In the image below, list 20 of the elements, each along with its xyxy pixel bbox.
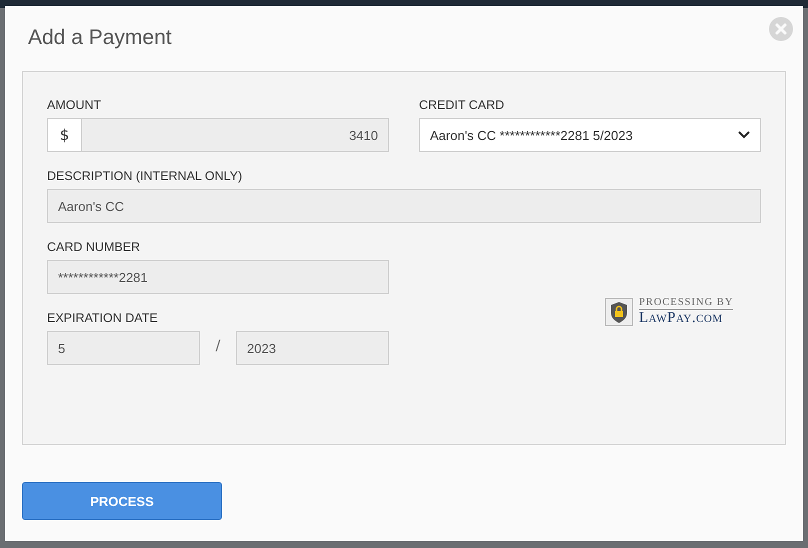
process-button[interactable]: PROCESS [22, 482, 222, 520]
amount-field[interactable]: 3410 [81, 118, 389, 152]
field-label: EXPIRATION DATE [47, 311, 159, 325]
field-label: AMOUNT [47, 98, 102, 112]
chevron-down-icon [738, 131, 750, 139]
card-number-field[interactable]: ************2281 [47, 260, 389, 294]
field-label: CREDIT CARD [419, 98, 506, 112]
month-field[interactable]: 5 [47, 331, 200, 365]
close-icon[interactable] [769, 17, 793, 41]
badge-brand: LawPay.com [639, 310, 724, 327]
description-field[interactable]: Aaron's CC [47, 189, 761, 223]
field-label: DESCRIPTION (INTERNAL ONLY) [47, 169, 244, 183]
shield-lock-icon [605, 298, 633, 326]
field-label: CARD NUMBER [47, 240, 142, 254]
badge-caption: PROCESSING BY [639, 296, 734, 310]
date-separator: / [214, 337, 222, 356]
dialog-title: Add a Payment [28, 26, 172, 51]
year-field[interactable]: 2023 [236, 331, 389, 365]
currency-prefix: $ [47, 118, 81, 152]
credit-card-select[interactable]: Aaron's CC ************2281 5/2023 [419, 118, 761, 152]
